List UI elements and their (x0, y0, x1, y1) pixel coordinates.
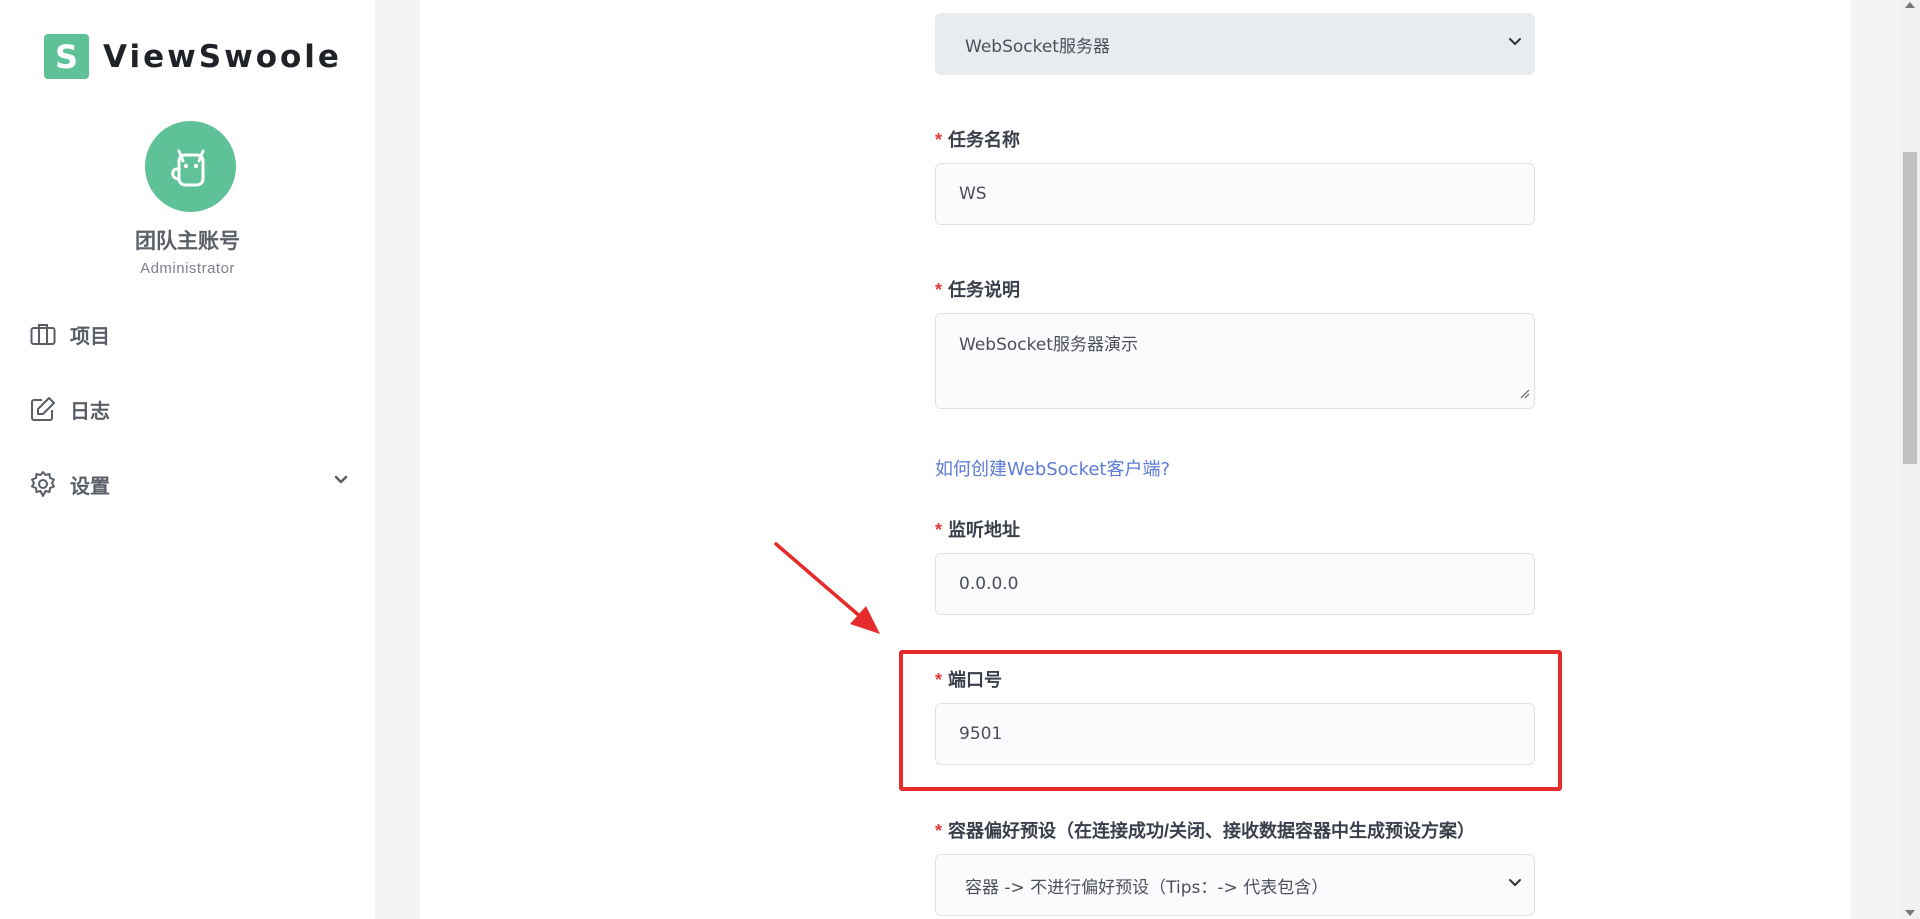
container-pref-select[interactable]: 容器 -> 不进行偏好预设（Tips：-> 代表包含） (935, 854, 1535, 916)
input-value: 0.0.0.0 (959, 574, 1019, 594)
sidebar-item-label: 项目 (70, 325, 110, 348)
label-text: 任务名称 (948, 130, 1021, 150)
server-type-select[interactable]: WebSocket服务器 (935, 13, 1535, 75)
task-desc-label: * 任务说明 (935, 276, 1020, 302)
listen-addr-label: * 监听地址 (935, 516, 1020, 542)
label-text: 任务说明 (948, 280, 1021, 300)
scroll-up-icon[interactable] (1905, 2, 1915, 8)
required-mark: * (935, 280, 943, 300)
select-value: 容器 -> 不进行偏好预设（Tips：-> 代表包含） (965, 877, 1329, 898)
chevron-down-icon[interactable] (334, 473, 348, 492)
input-value: WS (959, 184, 987, 204)
gear-icon (28, 469, 58, 499)
sidebar: S ViewSwoole 团队主账号 Administrator 项目 日志 设… (0, 0, 375, 919)
label-text: 容器偏好预设（在连接成功/关闭、接收数据容器中生成预设方案） (948, 821, 1476, 841)
required-mark: * (935, 520, 943, 540)
required-mark: * (935, 821, 943, 841)
websocket-client-help-link[interactable]: 如何创建WebSocket客户端? (935, 455, 1170, 481)
label-text: 监听地址 (948, 520, 1021, 540)
brand-logo[interactable]: S ViewSwoole (44, 34, 342, 79)
sidebar-item-projects[interactable]: 项目 (28, 314, 348, 354)
sidebar-item-settings[interactable]: 设置 (28, 464, 348, 504)
chevron-down-icon (1508, 875, 1522, 895)
sidebar-item-logs[interactable]: 日志 (28, 389, 348, 429)
scroll-thumb[interactable] (1903, 152, 1917, 464)
task-name-input[interactable]: WS (935, 163, 1535, 225)
brand-icon: S (44, 34, 89, 79)
sidebar-item-label: 设置 (70, 475, 110, 498)
brand-name: ViewSwoole (103, 38, 342, 75)
sidebar-item-label: 日志 (70, 400, 110, 423)
task-desc-textarea[interactable]: WebSocket服务器演示 (935, 313, 1535, 409)
user-name: 团队主账号 (135, 230, 240, 253)
vertical-scrollbar[interactable] (1900, 0, 1920, 919)
cat-icon (170, 149, 204, 186)
required-mark: * (935, 130, 943, 150)
briefcase-icon (28, 319, 58, 349)
scroll-down-icon[interactable] (1905, 910, 1915, 916)
textarea-value: WebSocket服务器演示 (959, 335, 1138, 355)
listen-addr-input[interactable]: 0.0.0.0 (935, 553, 1535, 615)
task-name-label: * 任务名称 (935, 126, 1020, 152)
avatar[interactable] (145, 121, 236, 212)
annotation-arrow-icon (774, 542, 880, 634)
select-value: WebSocket服务器 (965, 36, 1110, 57)
resize-handle-icon[interactable] (1518, 384, 1530, 404)
edit-icon (28, 394, 58, 424)
user-role: Administrator (140, 260, 235, 277)
chevron-down-icon (1508, 34, 1522, 54)
container-pref-label: * 容器偏好预设（在连接成功/关闭、接收数据容器中生成预设方案） (935, 817, 1475, 843)
highlight-box (899, 650, 1562, 791)
